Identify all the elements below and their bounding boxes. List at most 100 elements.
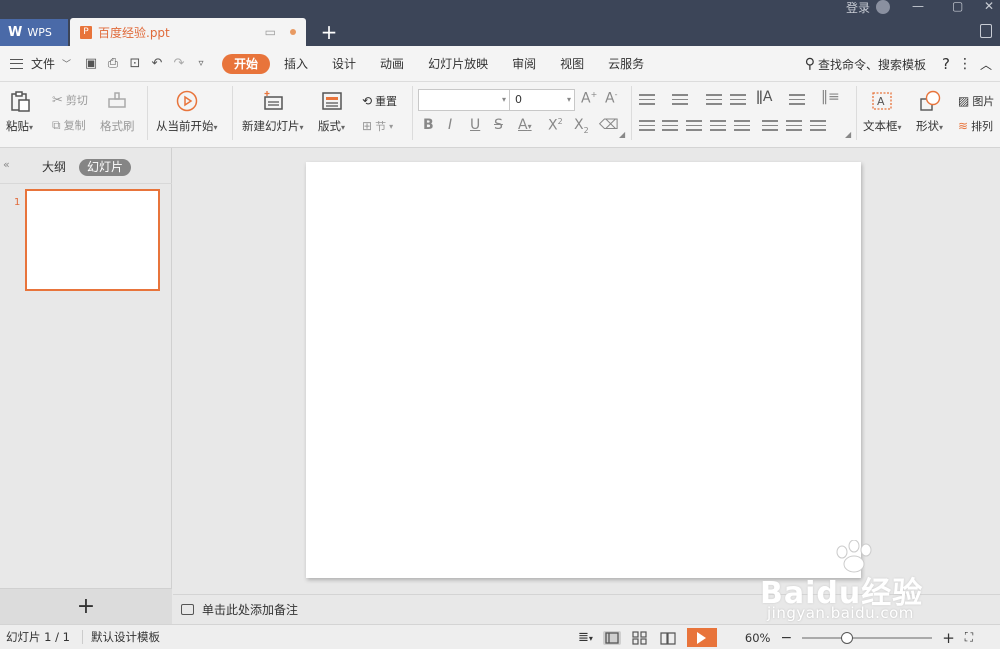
fit-window-icon[interactable]: ⛶ bbox=[965, 630, 973, 645]
play-from-current-button[interactable]: 从当前开始▾ bbox=[156, 90, 218, 134]
format-painter-label: 格式刷 bbox=[100, 119, 135, 133]
font-color-icon[interactable]: A▾ bbox=[518, 117, 532, 133]
file-menu-button[interactable]: 文件 ﹀ bbox=[0, 55, 80, 72]
print-preview-icon[interactable]: ⊡ bbox=[124, 56, 146, 71]
subscript-icon[interactable]: X2 bbox=[574, 117, 589, 135]
increase-indent-icon[interactable] bbox=[730, 94, 746, 106]
decrease-font-icon[interactable]: A- bbox=[605, 90, 617, 107]
strikethrough-icon[interactable]: S bbox=[494, 117, 503, 133]
justify-icon[interactable] bbox=[710, 120, 726, 132]
zoom-level[interactable]: 60% bbox=[745, 631, 771, 645]
increase-font-icon[interactable]: A+ bbox=[581, 90, 597, 107]
collapse-panel-icon[interactable]: « bbox=[3, 158, 10, 171]
file-menu-label: 文件 bbox=[31, 57, 56, 71]
font-dialog-launcher-icon[interactable]: ◢ bbox=[619, 130, 625, 139]
redo-icon[interactable]: ↷ bbox=[168, 56, 190, 71]
text-box-button[interactable]: A 文本框▾ bbox=[863, 90, 902, 134]
align-center-icon[interactable] bbox=[662, 120, 678, 132]
numbered-list-icon[interactable] bbox=[672, 94, 688, 106]
add-slide-button[interactable]: + bbox=[0, 588, 172, 624]
minimize-icon[interactable]: — bbox=[912, 0, 924, 14]
tab-view[interactable]: 视图 bbox=[548, 54, 596, 74]
new-tab-button[interactable]: + bbox=[318, 20, 340, 44]
tab-slideshow[interactable]: 幻灯片放映 bbox=[416, 54, 500, 74]
picture-label: 图片 bbox=[972, 95, 995, 108]
arrange-button[interactable]: ≋ 排列 bbox=[958, 118, 993, 134]
print-icon[interactable]: ⎙ bbox=[102, 56, 124, 71]
distribute-icon[interactable] bbox=[734, 120, 750, 132]
zoom-slider-knob[interactable] bbox=[841, 631, 854, 644]
spacing-after-icon[interactable] bbox=[786, 120, 802, 132]
font-name-select[interactable]: ▾ bbox=[418, 89, 510, 111]
slide-thumbnail[interactable] bbox=[25, 189, 160, 291]
tab-document[interactable]: P 百度经验.ppt ▭ bbox=[70, 18, 306, 46]
chevron-down-icon: ▾ bbox=[566, 95, 571, 104]
paste-button[interactable]: 粘贴▾ bbox=[6, 90, 33, 134]
design-template[interactable]: 默认设计模板 bbox=[91, 629, 160, 645]
close-icon[interactable]: ✕ bbox=[984, 0, 994, 14]
font-size-select[interactable]: 0 ▾ bbox=[509, 89, 575, 111]
copy-button[interactable]: ⧉ 复制 bbox=[52, 117, 86, 133]
tab-start[interactable]: 开始 bbox=[222, 53, 271, 74]
zoom-slider[interactable] bbox=[802, 631, 933, 644]
align-left-icon[interactable] bbox=[639, 120, 655, 132]
tab-insert[interactable]: 插入 bbox=[272, 54, 320, 74]
tab-slides[interactable]: 幻灯片 bbox=[79, 159, 132, 176]
new-slide-button[interactable]: 新建幻灯片▾ bbox=[242, 90, 304, 134]
zoom-out-icon[interactable]: − bbox=[780, 630, 792, 646]
tab-wps-home[interactable]: W WPS bbox=[0, 19, 68, 46]
customize-toolbar-icon[interactable]: ▿ bbox=[190, 58, 212, 69]
section-button[interactable]: ⊞ 节 ▾ bbox=[362, 118, 393, 134]
underline-icon[interactable]: U bbox=[470, 117, 480, 133]
shape-button[interactable]: 形状▾ bbox=[916, 90, 943, 134]
bullet-list-icon[interactable] bbox=[639, 94, 655, 106]
cut-button[interactable]: ✂ 剪切 bbox=[52, 92, 88, 108]
maximize-icon[interactable]: ▢ bbox=[952, 0, 963, 14]
line-spacing-icon[interactable]: ‖≡ bbox=[821, 89, 840, 105]
align-text-icon[interactable] bbox=[789, 94, 805, 106]
collapse-ribbon-icon[interactable]: ︿ bbox=[980, 56, 992, 73]
slide-editing-area bbox=[173, 149, 1000, 594]
slide-canvas[interactable] bbox=[306, 162, 861, 578]
reading-view-icon[interactable] bbox=[659, 631, 677, 645]
decrease-indent-icon[interactable] bbox=[706, 94, 722, 106]
monitor-icon[interactable]: ▭ bbox=[265, 25, 276, 39]
bold-icon[interactable]: B bbox=[423, 117, 434, 133]
more-icon[interactable]: ⋮ bbox=[958, 56, 972, 72]
save-icon[interactable]: ▣ bbox=[80, 56, 102, 71]
clear-format-icon[interactable]: ⌫ bbox=[599, 117, 619, 133]
notes-placeholder: 单击此处添加备注 bbox=[202, 603, 299, 617]
tab-cloud[interactable]: 云服务 bbox=[596, 54, 656, 74]
paragraph-dialog-launcher-icon[interactable]: ◢ bbox=[845, 130, 851, 139]
command-search[interactable]: ⚲ 查找命令、搜索模板 bbox=[805, 56, 926, 73]
layout-button[interactable]: 版式▾ bbox=[318, 90, 345, 134]
slideshow-play-button[interactable] bbox=[686, 628, 717, 647]
login-area[interactable]: 登录 bbox=[846, 0, 891, 15]
italic-icon[interactable]: I bbox=[448, 117, 452, 133]
spacing-before-icon[interactable] bbox=[762, 120, 778, 132]
reset-button[interactable]: ⟲ 重置 bbox=[362, 93, 397, 109]
tab-review[interactable]: 审阅 bbox=[500, 54, 548, 74]
unsaved-dot-icon[interactable] bbox=[290, 29, 296, 35]
baidu-url: jingyan.baidu.com bbox=[767, 604, 914, 622]
text-direction-icon[interactable]: ǁA bbox=[756, 89, 772, 105]
slide-sorter-icon[interactable] bbox=[631, 630, 649, 645]
notes-view-icon[interactable]: ≣▾ bbox=[578, 630, 593, 645]
zoom-in-icon[interactable]: + bbox=[942, 629, 955, 647]
tab-wps-label: WPS bbox=[27, 26, 52, 39]
tab-design[interactable]: 设计 bbox=[320, 54, 368, 74]
window-mode-icon[interactable] bbox=[980, 24, 992, 38]
help-icon[interactable]: ? bbox=[942, 55, 950, 73]
undo-icon[interactable]: ↶ bbox=[146, 56, 168, 71]
align-right-icon[interactable] bbox=[686, 120, 702, 132]
tab-outline[interactable]: 大纲 bbox=[34, 159, 74, 176]
columns-icon[interactable] bbox=[810, 120, 826, 132]
picture-button[interactable]: ▨ 图片 bbox=[958, 93, 994, 109]
tab-document-label: 百度经验.ppt bbox=[98, 25, 170, 40]
format-painter-button[interactable]: 格式刷 bbox=[100, 90, 135, 134]
normal-view-icon[interactable] bbox=[602, 630, 621, 645]
search-icon: ⚲ bbox=[804, 56, 815, 72]
cut-label: 剪切 bbox=[65, 94, 88, 107]
superscript-icon[interactable]: X2 bbox=[548, 117, 563, 134]
tab-animation[interactable]: 动画 bbox=[368, 54, 416, 74]
